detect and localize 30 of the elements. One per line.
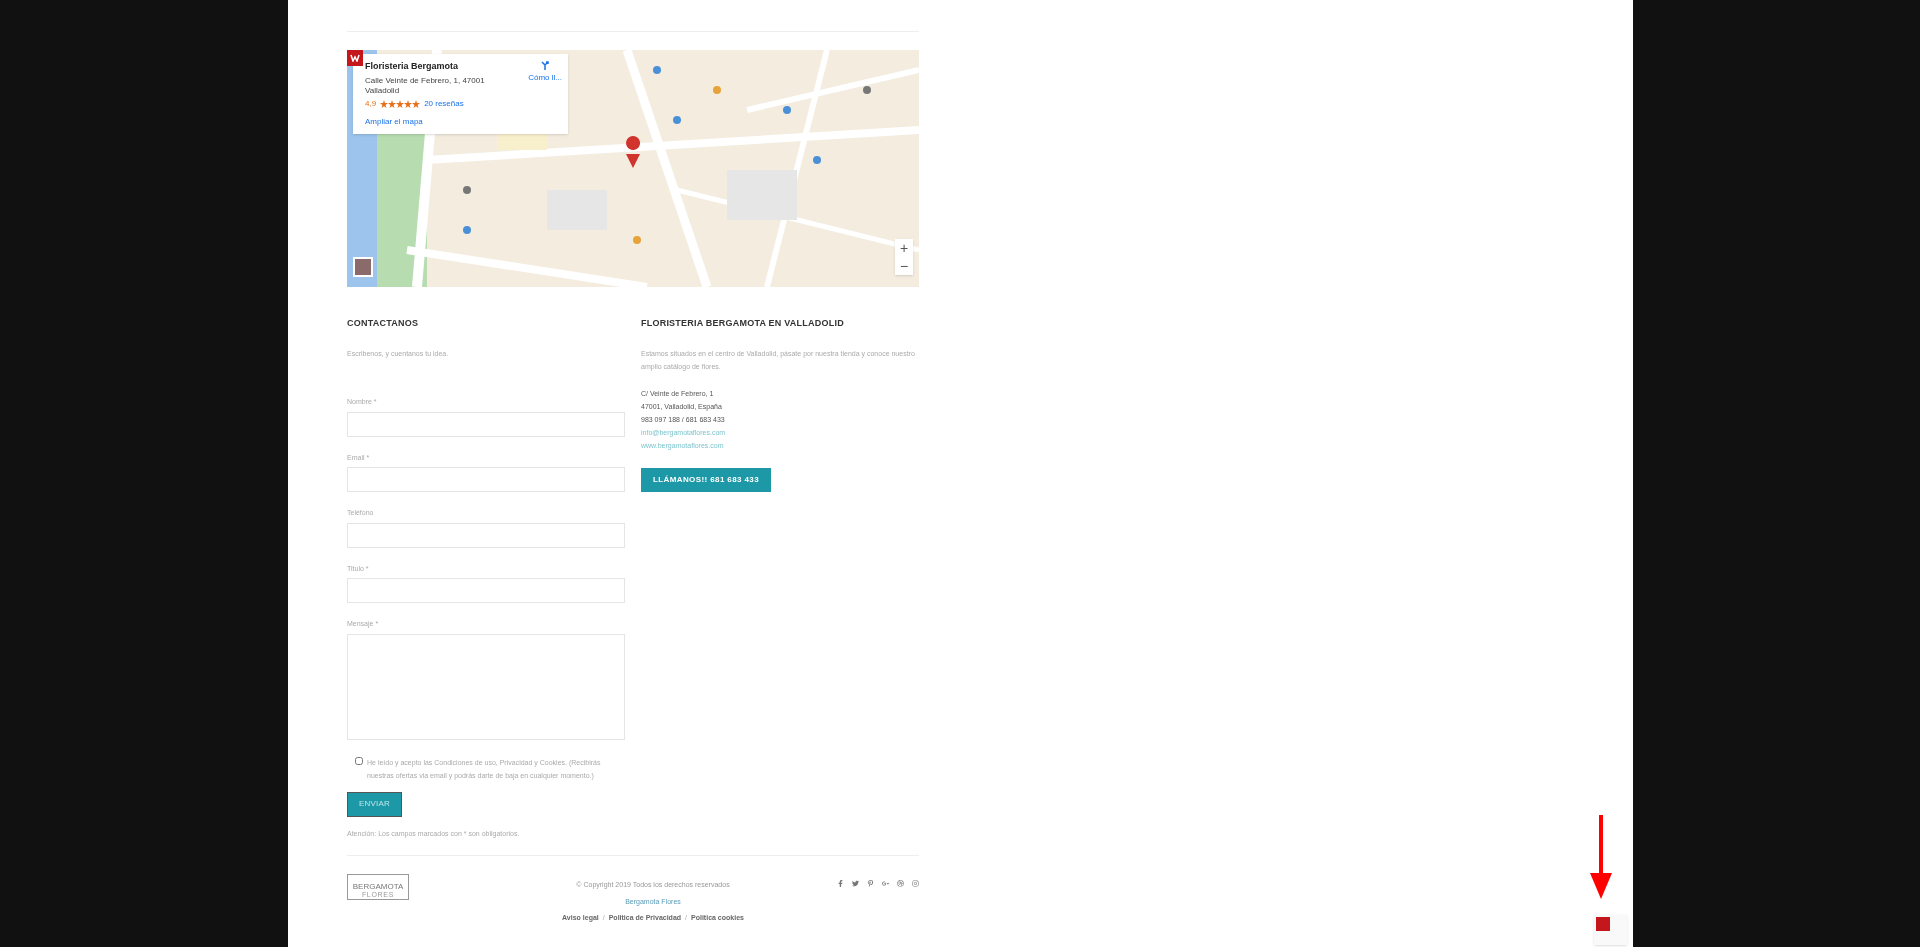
zoom-in-button[interactable]: + <box>895 239 913 257</box>
rating-value: 4,9 <box>365 97 377 110</box>
map-pin-icon <box>626 136 641 168</box>
satellite-thumbnail[interactable] <box>353 257 373 277</box>
input-field[interactable] <box>347 411 625 437</box>
enlarge-map-link[interactable]: Ampliar el mapa <box>365 115 521 128</box>
zoom-out-button[interactable]: − <box>895 257 913 275</box>
input-field[interactable] <box>347 467 625 492</box>
reviews-link[interactable]: 20 reseñas <box>424 97 464 110</box>
g-plus-icon[interactable] <box>882 880 889 887</box>
bird-icon[interactable] <box>852 880 859 887</box>
directions-link[interactable]: Cómo ll... <box>528 72 562 84</box>
input-field[interactable] <box>347 522 625 548</box>
recaptcha-badge[interactable] <box>1594 915 1627 945</box>
camera-icon[interactable] <box>912 880 919 887</box>
place-address: Calle Veinte de Febrero, 1, 47001 Valladolid <box>365 75 486 96</box>
down-arrow-icon <box>1590 815 1612 899</box>
call-button[interactable]: LLÁMANOS!! 681 683 433 <box>641 467 771 492</box>
map[interactable]: Floristeria Bergamota Calle Veinte de Febrero, 1, 47001 Valladolid 4,9 20 reseñas Ampliar el mapa Cómo ll... + − <box>347 50 919 287</box>
input-field[interactable] <box>347 578 625 603</box>
logo-badge-icon <box>347 50 363 66</box>
section-heading: FLORISTERIA BERGAMOTA EN VALLADOLID <box>641 317 845 330</box>
f-letter-icon[interactable] <box>837 880 844 887</box>
message-field[interactable] <box>347 633 625 740</box>
consent-checkbox[interactable] <box>355 756 363 765</box>
directions-icon[interactable] <box>540 60 551 70</box>
section-heading: CONTACTANOS <box>347 317 420 330</box>
submit-button[interactable]: ENVIAR <box>347 791 402 817</box>
place-title: Floristeria Bergamota <box>365 60 460 73</box>
p-letter-icon[interactable] <box>867 880 874 887</box>
